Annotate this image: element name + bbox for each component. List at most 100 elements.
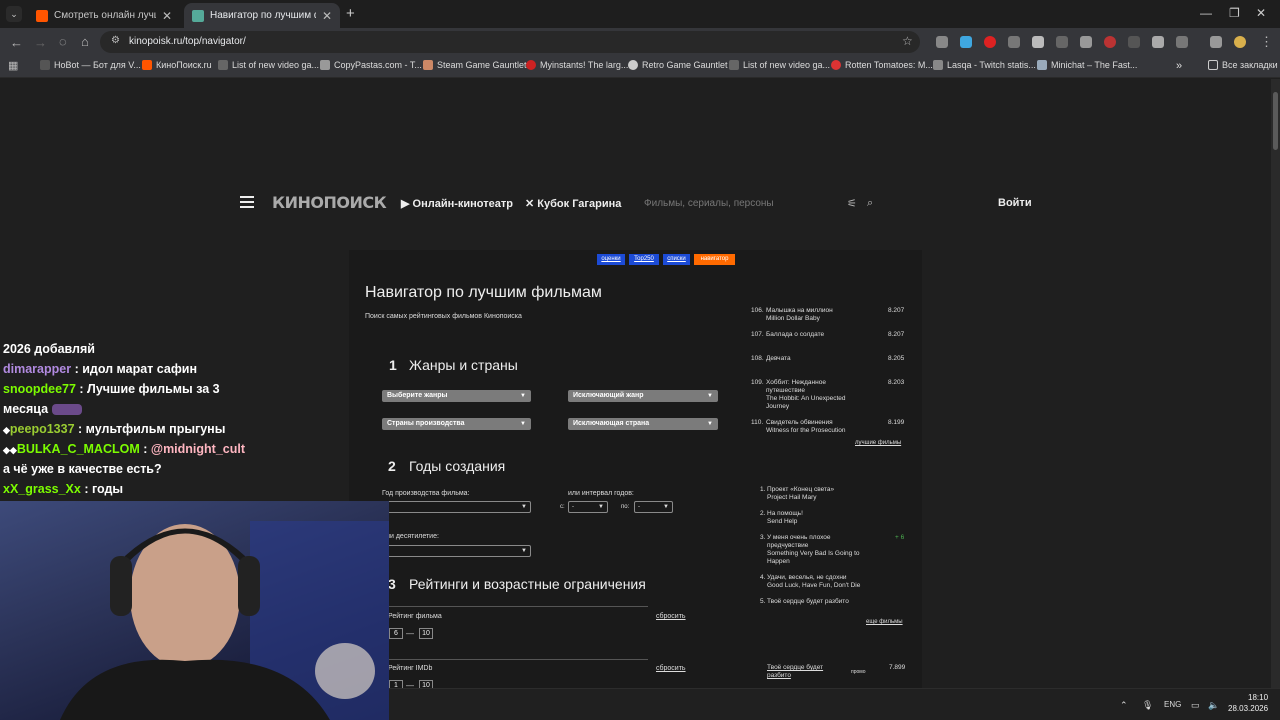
apps-grid-icon[interactable]: ▦ — [8, 59, 18, 72]
list-item[interactable]: Хоббит: Нежданное путешествие The Hobbit:… — [766, 379, 864, 411]
list-item[interactable]: Свидетель обвинения Witness for the Prose… — [766, 419, 876, 435]
extension-icon[interactable] — [984, 36, 996, 48]
bookmark-item[interactable]: Rotten Tomatoes: M... — [831, 60, 933, 70]
chat-username: peepo1337 — [9, 422, 75, 436]
extension-icon[interactable] — [1056, 36, 1068, 48]
exclude-genre-select[interactable]: Исключающий жанр ▼ — [568, 390, 718, 402]
year-select[interactable]: ▼ — [382, 501, 531, 513]
close-window-button[interactable]: ✕ — [1256, 6, 1266, 20]
bookmark-favicon-icon — [218, 60, 228, 70]
tab-search-button[interactable]: ⌄ — [6, 6, 22, 22]
tab-navigator[interactable]: Навигатор по лучшим фильм ✕ — [184, 3, 340, 28]
subnav-top250[interactable]: Top250 — [629, 254, 659, 265]
menu-hamburger-icon[interactable] — [240, 196, 254, 211]
scrollbar-thumb[interactable] — [1273, 92, 1278, 150]
chat-message: а чё уже в качестве есть? — [3, 462, 162, 476]
loading-spinner-icon: ◌ — [59, 34, 67, 49]
bookmark-item[interactable]: CopyPastas.com - T... — [320, 60, 422, 70]
volume-icon[interactable]: 🔈 — [1208, 700, 1219, 711]
list-item[interactable]: Девчата — [766, 355, 876, 363]
new-tab-button[interactable]: + — [346, 5, 355, 22]
list-item[interactable]: Удачи, веселья, не сдохни Good Luck, Have… — [767, 574, 877, 590]
minimize-button[interactable]: — — [1200, 6, 1212, 20]
url-text[interactable]: kinopoisk.ru/top/navigator/ — [129, 36, 246, 47]
browser-menu-icon[interactable]: ⋮ — [1260, 34, 1273, 50]
reset-imdb-rating-link[interactable]: сбросить — [656, 665, 686, 672]
network-icon[interactable]: ▭ — [1191, 700, 1200, 711]
bookmark-item[interactable]: Minichat – The Fast... — [1037, 60, 1137, 70]
bookmark-item[interactable]: Myinstants! The larg... — [526, 60, 628, 70]
extension-icon[interactable] — [1104, 36, 1116, 48]
bookmark-item[interactable]: Retro Game Gauntlet — [628, 60, 728, 70]
search-icon[interactable]: ⌕ — [867, 197, 873, 210]
extension-icon[interactable] — [1080, 36, 1092, 48]
best-films-link[interactable]: лучшие фильмы — [855, 440, 901, 446]
reset-film-rating-link[interactable]: сбросить — [656, 613, 686, 620]
tab-kinopoisk-watch[interactable]: Смотреть онлайн лучшие фил ✕ — [28, 3, 180, 28]
subnav-navigator[interactable]: навигатор — [694, 254, 735, 265]
chevron-up-icon[interactable]: ⌃ — [1120, 700, 1128, 711]
list-item[interactable]: Проект «Конец света» Project Hail Mary — [767, 486, 877, 502]
extension-icon[interactable] — [936, 36, 948, 48]
more-bookmarks-button[interactable]: » — [1176, 60, 1182, 72]
close-icon[interactable]: ✕ — [322, 9, 332, 23]
page-scrollbar[interactable] — [1271, 79, 1280, 720]
genres-select[interactable]: Выберите жанры ▼ — [382, 390, 531, 402]
bookmark-item[interactable]: Steam Game Gauntlet — [423, 60, 527, 70]
gagarin-cup-link[interactable]: ✕ Кубок Гагарина — [525, 197, 621, 210]
search-input[interactable]: Фильмы, сериалы, персоны — [644, 198, 774, 209]
extension-icon[interactable] — [1008, 36, 1020, 48]
list-item[interactable]: Малышка на миллион Million Dollar Baby — [766, 307, 876, 323]
online-cinema-link[interactable]: ▶ Онлайн-кинотеатр — [401, 197, 513, 210]
list-item[interactable]: На помощь! Send Help — [767, 510, 877, 526]
year-to-select[interactable]: - ▼ — [634, 501, 673, 513]
extension-icon[interactable] — [1032, 36, 1044, 48]
subnav-ratings[interactable]: оценки — [597, 254, 625, 265]
section-title-genres: Жанры и страны — [409, 357, 518, 373]
bookmark-item[interactable]: HoBot — Бот для V... — [40, 60, 141, 70]
list-item[interactable]: Баллада о солдате — [766, 331, 876, 339]
chat-message: snoopdee77 : Лучшие фильмы за 3 — [3, 382, 220, 396]
language-indicator[interactable]: ENG — [1164, 700, 1181, 709]
folder-icon — [1208, 60, 1218, 70]
more-films-link[interactable]: еще фильмы — [866, 619, 903, 625]
menu-list-icon[interactable] — [1210, 36, 1222, 48]
list-item[interactable]: У меня очень плохое предчувствие Somethin… — [767, 534, 867, 566]
bookmark-item[interactable]: Lasqa - Twitch statis... — [933, 60, 1036, 70]
all-bookmarks-folder[interactable]: Все закладки — [1208, 60, 1278, 70]
promo-film-link[interactable]: Твоё сердце будет разбито — [767, 664, 839, 680]
forward-button[interactable]: → — [34, 35, 47, 50]
film-rating-to[interactable]: 10 — [419, 628, 433, 639]
list-item[interactable]: Твоё сердце будет разбито — [767, 598, 877, 606]
extension-icon[interactable] — [1152, 36, 1164, 48]
extension-icon[interactable] — [1128, 36, 1140, 48]
system-clock[interactable]: 18:10 28.03.2026 — [1228, 692, 1268, 714]
year-from-select[interactable]: - ▼ — [568, 501, 608, 513]
bookmark-item[interactable]: List of new video ga... — [218, 60, 319, 70]
exclude-country-select[interactable]: Исключающая страна ▼ — [568, 418, 718, 430]
restore-button[interactable]: ❐ — [1229, 6, 1240, 20]
close-icon[interactable]: ✕ — [162, 9, 172, 23]
back-button[interactable]: ← — [10, 35, 23, 50]
microphone-icon[interactable]: 🎙 — [1142, 700, 1153, 711]
extension-icon[interactable] — [960, 36, 972, 48]
chat-username: BULKA_C_MACLOM — [16, 442, 140, 456]
bookmark-item[interactable]: КиноПоиск.ru — [142, 60, 212, 70]
interval-label: или интервал годов: — [568, 490, 634, 497]
bookmark-item[interactable]: List of new video ga... — [729, 60, 830, 70]
site-info-icon[interactable]: ⚙ — [111, 35, 120, 46]
countries-select[interactable]: Страны производства ▼ — [382, 418, 531, 430]
avatar[interactable] — [1234, 36, 1246, 48]
subnav-lists[interactable]: списки — [663, 254, 690, 265]
chat-message: dimarapper : идол марат сафин — [3, 362, 198, 376]
home-icon[interactable]: ⌂ — [81, 34, 89, 49]
position-change-badge: + 6 — [895, 534, 905, 541]
extensions-puzzle-icon[interactable] — [1176, 36, 1188, 48]
bookmark-star-icon[interactable]: ☆ — [902, 34, 913, 48]
decade-select[interactable]: ▼ — [382, 545, 531, 557]
filter-settings-icon[interactable]: ⚟ — [847, 197, 857, 210]
kinopoisk-logo[interactable]: КИНОПОИСК — [272, 193, 387, 212]
bookmark-favicon-icon — [1037, 60, 1047, 70]
film-rating-from[interactable]: 6 — [389, 628, 403, 639]
login-button[interactable]: Войти — [998, 197, 1032, 209]
